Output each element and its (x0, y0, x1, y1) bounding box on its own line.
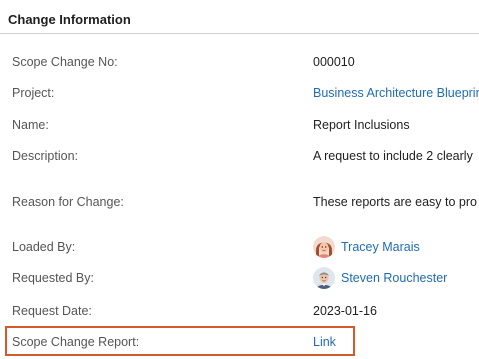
field-row-reason-for-change: Reason for Change: These reports are eas… (0, 188, 479, 216)
section-header: Change Information (0, 0, 479, 34)
description-value: A request to include 2 clearly (313, 149, 473, 163)
field-row-name: Name: Report Inclusions (0, 111, 479, 139)
highlight-box (5, 326, 355, 356)
scope-change-no-label: Scope Change No: (12, 55, 118, 69)
requested-by-label: Requested By: (12, 271, 94, 285)
request-date-value: 2023-01-16 (313, 304, 377, 318)
requested-by-person[interactable]: Steven Rouchester (313, 264, 447, 292)
male-user-avatar-icon (313, 267, 335, 289)
field-row-request-date: Request Date: 2023-01-16 (0, 297, 479, 325)
female-user-avatar-icon (313, 236, 335, 258)
loaded-by-label: Loaded By: (12, 240, 76, 254)
section-title: Change Information (8, 12, 131, 27)
requested-by-name: Steven Rouchester (341, 271, 448, 285)
reason-for-change-value: These reports are easy to pro (313, 195, 477, 209)
field-row-loaded-by: Loaded By: Tracey Marais (0, 233, 479, 261)
name-value: Report Inclusions (313, 118, 410, 132)
project-link[interactable]: Business Architecture Blueprint (313, 79, 479, 107)
request-date-label: Request Date: (12, 304, 92, 318)
reason-for-change-label: Reason for Change: (12, 195, 124, 209)
field-row-requested-by: Requested By: Steven Rouchester (0, 264, 479, 292)
loaded-by-person[interactable]: Tracey Marais (313, 233, 420, 261)
change-information-panel: Change Information Scope Change No: 0000… (0, 0, 479, 359)
name-label: Name: (12, 118, 49, 132)
description-label: Description: (12, 149, 78, 163)
field-row-scope-change-no: Scope Change No: 000010 (0, 48, 479, 76)
scope-change-no-value: 000010 (313, 55, 355, 69)
field-row-project: Project: Business Architecture Blueprint (0, 79, 479, 107)
field-row-description: Description: A request to include 2 clea… (0, 142, 479, 170)
project-label: Project: (12, 86, 55, 100)
loaded-by-name: Tracey Marais (341, 240, 420, 254)
